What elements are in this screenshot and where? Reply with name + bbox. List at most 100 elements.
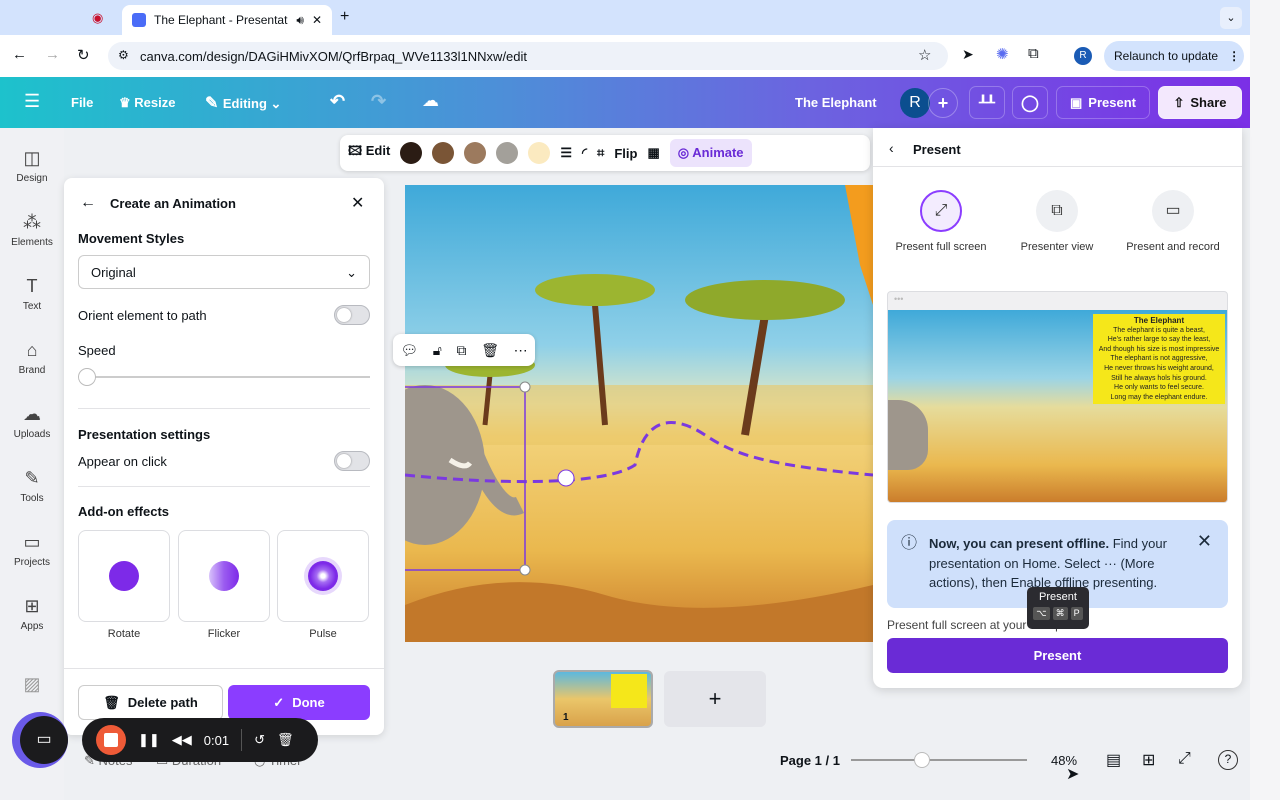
edit-image-button[interactable]: 🖾 Edit bbox=[348, 142, 390, 164]
presentation-settings-heading: Presentation settings bbox=[78, 427, 211, 442]
orient-toggle[interactable] bbox=[334, 305, 370, 325]
close-icon[interactable]: ✕ bbox=[351, 193, 364, 213]
add-collaborator-icon[interactable]: + bbox=[928, 88, 958, 118]
page-view-icon[interactable]: ▤ bbox=[1106, 750, 1121, 770]
user-avatar[interactable]: R bbox=[900, 88, 930, 118]
effect-pulse[interactable] bbox=[277, 530, 369, 622]
browser-tab[interactable]: The Elephant - Presentation 🔊︎ ✕ bbox=[122, 5, 332, 35]
brand-icon: ⌂ bbox=[26, 340, 38, 360]
design-title[interactable]: The Elephant bbox=[795, 95, 877, 110]
discard-trash-icon[interactable]: 🗑︎ bbox=[277, 732, 294, 748]
reload-icon[interactable]: ↻ bbox=[77, 46, 90, 64]
flip-button[interactable]: Flip bbox=[614, 146, 637, 161]
rewind-icon[interactable]: ◀◀ bbox=[172, 732, 192, 748]
share-button[interactable]: ⇧ Share bbox=[1158, 86, 1242, 119]
back-icon[interactable]: ← bbox=[12, 46, 27, 63]
transparency-icon[interactable]: ▦ bbox=[647, 145, 659, 161]
help-button[interactable]: ? bbox=[1218, 750, 1238, 770]
color-swatch[interactable] bbox=[400, 142, 423, 164]
more-icon[interactable]: ⋯ bbox=[514, 342, 528, 359]
appear-on-click-toggle[interactable] bbox=[334, 451, 370, 471]
zoom-slider-handle[interactable] bbox=[914, 752, 930, 768]
trash-icon[interactable]: 🗑︎ bbox=[481, 342, 499, 359]
sidebar-item-apps[interactable]: ⊞ Apps bbox=[0, 596, 64, 632]
resize-button[interactable]: ♛ Resize bbox=[119, 95, 175, 111]
browser-right-edge bbox=[1250, 0, 1280, 800]
page-indicator[interactable]: Page 1 / 1 bbox=[780, 753, 840, 768]
redo-icon[interactable]: ↷ bbox=[371, 91, 386, 112]
back-arrow-icon[interactable]: ← bbox=[80, 194, 96, 212]
speed-slider-track[interactable] bbox=[86, 376, 370, 378]
insights-button[interactable]: ┸┸ bbox=[969, 86, 1005, 119]
forward-icon[interactable]: → bbox=[45, 46, 60, 63]
bookmark-star-icon[interactable]: ☆ bbox=[918, 46, 931, 64]
recording-time: 0:01 bbox=[203, 732, 230, 748]
cursor-extension-icon[interactable]: ➤ bbox=[962, 46, 974, 63]
back-chevron-icon[interactable]: ‹ bbox=[889, 140, 894, 156]
upload-cloud-icon: ☁ bbox=[23, 404, 41, 424]
sidebar-item-tools[interactable]: ✎ Tools bbox=[0, 468, 64, 504]
speed-slider-handle[interactable] bbox=[78, 368, 96, 386]
color-swatch[interactable] bbox=[496, 142, 519, 164]
animate-button[interactable]: ◎ Animate bbox=[669, 139, 752, 167]
effect-flicker[interactable] bbox=[178, 530, 270, 622]
poem-line: Still he always hols his ground. bbox=[1111, 374, 1207, 382]
restart-icon[interactable]: ↺ bbox=[254, 732, 265, 748]
sidebar-label: Design bbox=[16, 173, 48, 184]
file-menu[interactable]: File bbox=[71, 95, 93, 110]
effect-rotate[interactable] bbox=[78, 530, 170, 622]
menu-icon[interactable]: ☰ bbox=[24, 91, 40, 112]
present-button[interactable]: Present bbox=[887, 638, 1228, 673]
expand-icon: ⤢ bbox=[920, 190, 962, 232]
cloud-saved-icon[interactable]: ☁ bbox=[422, 91, 439, 111]
line-weight-icon[interactable]: ☰ bbox=[560, 145, 572, 161]
color-swatch[interactable] bbox=[528, 142, 551, 164]
add-page-button[interactable]: + bbox=[664, 671, 766, 727]
new-tab-icon[interactable]: + bbox=[340, 8, 349, 26]
option-present-full-screen[interactable]: ⤢ Present full screen bbox=[886, 190, 996, 256]
relaunch-button[interactable]: Relaunch to update ⋮ bbox=[1104, 41, 1244, 71]
fullscreen-icon[interactable]: ⤢ bbox=[1178, 750, 1191, 768]
extension-icon[interactable]: ✺ bbox=[996, 45, 1009, 63]
option-presenter-view[interactable]: ⧉ Presenter view bbox=[1002, 190, 1112, 256]
undo-icon[interactable]: ↶ bbox=[330, 91, 345, 112]
close-banner-icon[interactable]: ✕ bbox=[1197, 531, 1212, 552]
close-tab-icon[interactable]: ✕ bbox=[312, 13, 322, 27]
slide-preview: ••• The Elephant The elephant is quite a… bbox=[887, 291, 1228, 503]
pulse-icon bbox=[308, 561, 338, 591]
tab-search-chevron-icon[interactable]: ⌄ bbox=[1220, 7, 1242, 29]
sidebar-item-elements[interactable]: ⁂ Elements bbox=[0, 212, 64, 248]
grid-view-icon[interactable]: ⊞ bbox=[1142, 750, 1155, 770]
header-present-button[interactable]: ▣ Present bbox=[1056, 86, 1150, 119]
comment-add-icon[interactable]: 💬︎ bbox=[400, 342, 418, 359]
sidebar-item-design[interactable]: ◫ Design bbox=[0, 148, 64, 184]
comments-button[interactable]: ◯ bbox=[1012, 86, 1048, 119]
editing-mode-button[interactable]: ✎ Editing ⌄ bbox=[205, 93, 281, 113]
page-thumbnail[interactable]: 1 bbox=[553, 670, 653, 728]
lock-icon[interactable]: 🔓︎ bbox=[433, 342, 442, 359]
corner-rounding-icon[interactable]: ◜ bbox=[582, 145, 587, 161]
zoom-slider-track[interactable] bbox=[851, 759, 1027, 761]
sidebar-item-brand[interactable]: ⌂ Brand bbox=[0, 340, 64, 376]
sidebar-item-uploads[interactable]: ☁ Uploads bbox=[0, 404, 64, 440]
duplicate-icon[interactable]: ⧉ bbox=[457, 342, 467, 359]
color-swatch[interactable] bbox=[464, 142, 487, 164]
profile-avatar[interactable]: R bbox=[1074, 47, 1092, 65]
camera-toggle-button[interactable]: ▭ bbox=[20, 716, 68, 764]
extensions-puzzle-icon[interactable]: ⧉ bbox=[1028, 45, 1039, 62]
sidebar-item-magic[interactable]: ▨ bbox=[0, 674, 64, 699]
delete-path-button[interactable]: 🗑︎ Delete path bbox=[78, 685, 223, 720]
movement-style-select[interactable]: Original ⌄ bbox=[78, 255, 370, 289]
url-input[interactable]: canva.com/design/DAGiHMivXOM/QrfBrpaq_WV… bbox=[108, 42, 948, 70]
design-canvas[interactable] bbox=[405, 185, 873, 642]
sidebar-item-projects[interactable]: ▭ Projects bbox=[0, 532, 64, 568]
pattern-icon: ▨ bbox=[23, 674, 41, 694]
done-button[interactable]: ✓ Done bbox=[228, 685, 370, 720]
pause-icon[interactable]: ❚❚ bbox=[138, 732, 160, 748]
color-swatch[interactable] bbox=[432, 142, 455, 164]
sidebar-item-text[interactable]: T Text bbox=[0, 276, 64, 312]
crop-icon[interactable]: ⌗ bbox=[597, 145, 604, 161]
stop-recording-button[interactable] bbox=[96, 725, 126, 755]
site-settings-icon[interactable]: ⚙ bbox=[118, 48, 129, 62]
option-present-and-record[interactable]: ▭ Present and record bbox=[1118, 190, 1228, 256]
